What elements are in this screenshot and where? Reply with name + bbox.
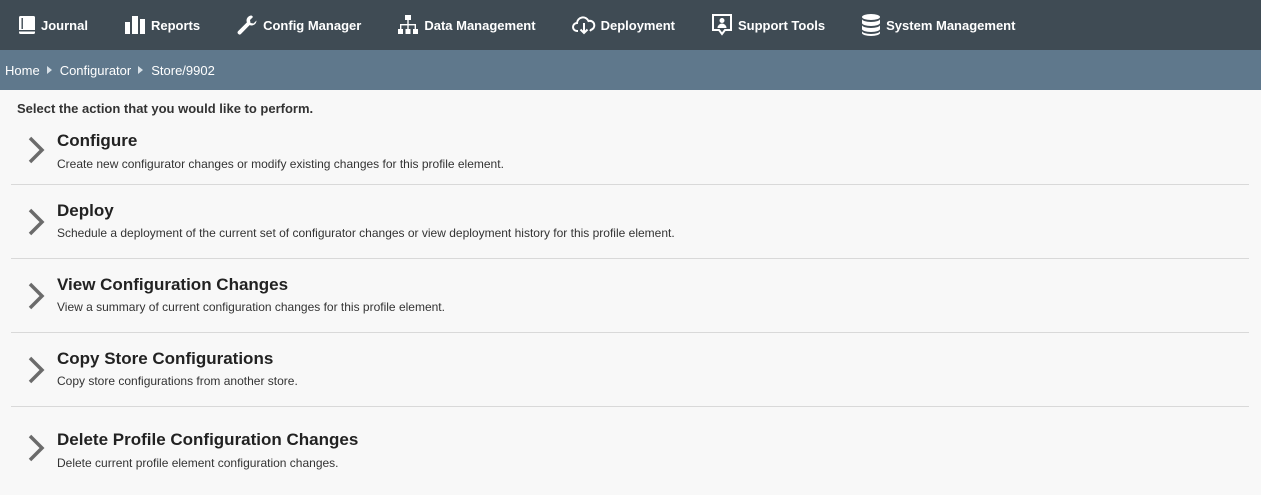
nav-config-manager[interactable]: Config Manager xyxy=(236,14,361,36)
breadcrumb-configurator[interactable]: Configurator xyxy=(60,63,132,78)
action-configure[interactable]: Configure Create new configurator change… xyxy=(11,115,1249,185)
action-title: Copy Store Configurations xyxy=(57,349,274,368)
hierarchy-icon xyxy=(397,14,419,36)
chevron-right-icon xyxy=(27,136,47,169)
action-title: View Configuration Changes xyxy=(57,275,289,294)
bar-chart-icon xyxy=(124,15,146,35)
breadcrumb-current-store: Store/9902 xyxy=(151,62,215,78)
action-description: View a summary of current configuration … xyxy=(57,300,445,314)
action-title: Delete Profile Configuration Changes xyxy=(57,430,359,449)
nav-deployment-label: Deployment xyxy=(600,17,675,33)
nav-reports[interactable]: Reports xyxy=(124,15,200,35)
top-navigation-bar: Journal Reports Config Manager Data Mana… xyxy=(0,0,1261,50)
nav-system-management[interactable]: System Management xyxy=(861,13,1015,37)
breadcrumb-separator-icon xyxy=(138,66,144,74)
chevron-right-icon xyxy=(27,282,47,315)
action-description: Schedule a deployment of the current set… xyxy=(57,226,675,240)
nav-journal[interactable]: Journal xyxy=(18,15,88,35)
action-title: Deploy xyxy=(57,201,114,220)
page-instructions: Select the action that you would like to… xyxy=(17,101,314,116)
nav-support-tools-label: Support Tools xyxy=(737,17,826,33)
action-title: Configure xyxy=(57,131,138,150)
chevron-right-icon xyxy=(27,434,47,467)
breadcrumb-separator-icon xyxy=(46,66,52,74)
cloud-download-icon xyxy=(571,14,596,36)
action-description: Copy store configurations from another s… xyxy=(57,374,298,388)
breadcrumb: Home Configurator Store/9902 xyxy=(0,50,1261,90)
nav-data-management[interactable]: Data Management xyxy=(397,14,536,36)
nav-data-management-label: Data Management xyxy=(424,17,536,33)
nav-reports-label: Reports xyxy=(150,17,201,33)
support-person-icon xyxy=(711,14,733,36)
action-view-configuration-changes[interactable]: View Configuration Changes View a summar… xyxy=(11,259,1249,333)
nav-deployment[interactable]: Deployment xyxy=(571,14,675,36)
nav-support-tools[interactable]: Support Tools xyxy=(711,14,825,36)
nav-system-management-label: System Management xyxy=(886,17,1016,33)
database-icon xyxy=(861,13,881,37)
action-deploy[interactable]: Deploy Schedule a deployment of the curr… xyxy=(11,185,1249,259)
chevron-right-icon xyxy=(27,356,47,389)
breadcrumb-home[interactable]: Home xyxy=(5,63,40,78)
wrench-icon xyxy=(236,14,258,36)
action-description: Delete current profile element configura… xyxy=(57,456,339,470)
action-copy-store-configurations[interactable]: Copy Store Configurations Copy store con… xyxy=(11,333,1249,407)
chevron-right-icon xyxy=(27,208,47,241)
main-content: Select the action that you would like to… xyxy=(0,90,1261,481)
nav-journal-label: Journal xyxy=(41,17,88,33)
journal-icon xyxy=(18,15,36,35)
nav-config-manager-label: Config Manager xyxy=(263,17,362,33)
action-delete-profile-configuration-changes[interactable]: Delete Profile Configuration Changes Del… xyxy=(11,407,1249,481)
action-description: Create new configurator changes or modif… xyxy=(57,157,504,171)
